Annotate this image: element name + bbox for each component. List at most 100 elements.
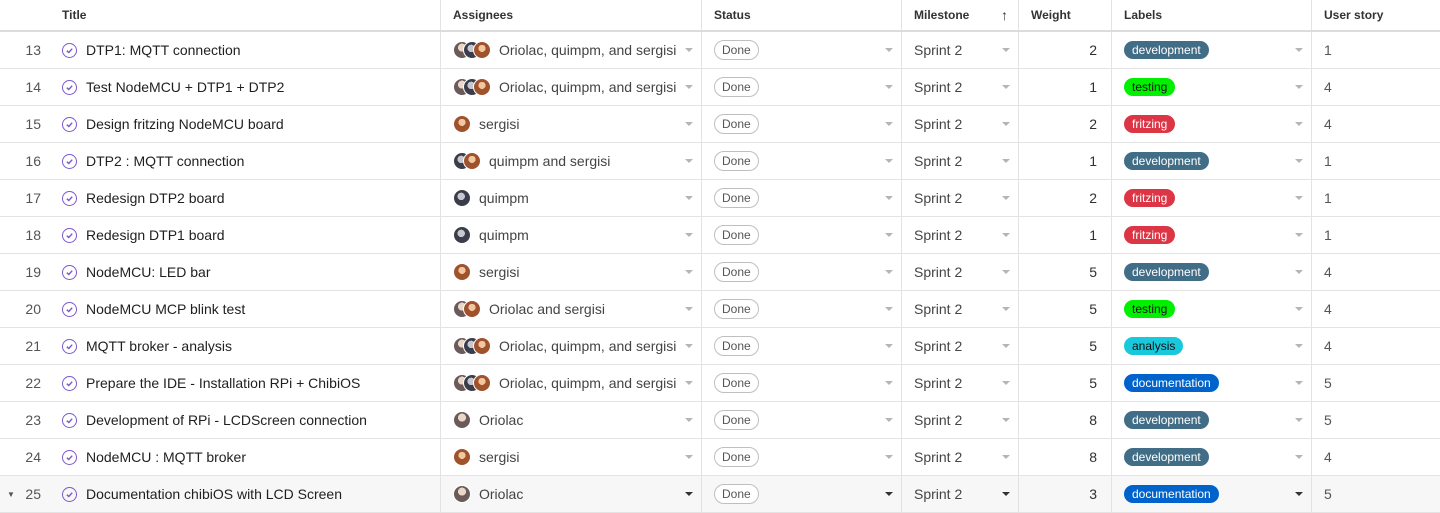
milestone-cell[interactable]: Sprint 2 <box>902 402 1019 438</box>
chevron-down-icon[interactable] <box>685 455 693 459</box>
assignees-cell[interactable]: quimpm and sergisi <box>441 143 702 179</box>
column-header-weight[interactable]: Weight <box>1019 0 1112 30</box>
milestone-cell[interactable]: Sprint 2 <box>902 254 1019 290</box>
chevron-down-icon[interactable] <box>1002 344 1010 348</box>
labels-cell[interactable]: fritzing <box>1112 217 1312 253</box>
user-story-cell[interactable]: 1 <box>1312 143 1440 179</box>
chevron-down-icon[interactable] <box>1002 270 1010 274</box>
chevron-down-icon[interactable] <box>1295 233 1303 237</box>
labels-cell[interactable]: development <box>1112 143 1312 179</box>
issue-title[interactable]: Design fritzing NodeMCU board <box>86 116 284 132</box>
issue-title[interactable]: Documentation chibiOS with LCD Screen <box>86 486 342 502</box>
user-story-cell[interactable]: 5 <box>1312 476 1440 512</box>
milestone-cell[interactable]: Sprint 2 <box>902 476 1019 512</box>
weight-cell[interactable]: 1 <box>1019 143 1112 179</box>
title-cell[interactable]: 22 Prepare the IDE - Installation RPi + … <box>0 365 441 401</box>
column-header-title[interactable]: Title <box>0 0 441 30</box>
labels-cell[interactable]: development <box>1112 254 1312 290</box>
labels-cell[interactable]: documentation <box>1112 476 1312 512</box>
chevron-down-icon[interactable] <box>685 122 693 126</box>
status-cell[interactable]: Done <box>702 180 902 216</box>
weight-cell[interactable]: 1 <box>1019 69 1112 105</box>
issue-title[interactable]: MQTT broker - analysis <box>86 338 232 354</box>
chevron-down-icon[interactable] <box>1295 159 1303 163</box>
labels-cell[interactable]: fritzing <box>1112 106 1312 142</box>
chevron-down-icon[interactable] <box>685 159 693 163</box>
title-cell[interactable]: 24 NodeMCU : MQTT broker <box>0 439 441 475</box>
user-story-cell[interactable]: 4 <box>1312 291 1440 327</box>
milestone-cell[interactable]: Sprint 2 <box>902 291 1019 327</box>
assignees-cell[interactable]: Oriolac, quimpm, and sergisi <box>441 365 702 401</box>
status-cell[interactable]: Done <box>702 217 902 253</box>
user-story-cell[interactable]: 1 <box>1312 217 1440 253</box>
weight-cell[interactable]: 2 <box>1019 32 1112 68</box>
milestone-cell[interactable]: Sprint 2 <box>902 106 1019 142</box>
assignees-cell[interactable]: Oriolac <box>441 476 702 512</box>
chevron-down-icon[interactable] <box>685 233 693 237</box>
table-row[interactable]: 23 Development of RPi - LCDScreen connec… <box>0 402 1440 439</box>
chevron-down-icon[interactable] <box>1295 344 1303 348</box>
status-cell[interactable]: Done <box>702 143 902 179</box>
assignees-cell[interactable]: Oriolac, quimpm, and sergisi <box>441 32 702 68</box>
chevron-down-icon[interactable] <box>1295 196 1303 200</box>
chevron-down-icon[interactable] <box>885 344 893 348</box>
chevron-down-icon[interactable] <box>885 159 893 163</box>
table-row[interactable]: 20 NodeMCU MCP blink test Oriolac and se… <box>0 291 1440 328</box>
chevron-down-icon[interactable] <box>685 85 693 89</box>
table-row[interactable]: 21 MQTT broker - analysis Oriolac, quimp… <box>0 328 1440 365</box>
title-cell[interactable]: 17 Redesign DTP2 board <box>0 180 441 216</box>
table-row[interactable]: 19 NodeMCU: LED bar sergisi Done Sprint … <box>0 254 1440 291</box>
milestone-cell[interactable]: Sprint 2 <box>902 217 1019 253</box>
chevron-down-icon[interactable] <box>1295 418 1303 422</box>
weight-cell[interactable]: 5 <box>1019 328 1112 364</box>
table-row[interactable]: 16 DTP2 : MQTT connection quimpm and ser… <box>0 143 1440 180</box>
chevron-down-icon[interactable] <box>885 455 893 459</box>
weight-cell[interactable]: 1 <box>1019 217 1112 253</box>
table-row[interactable]: 17 Redesign DTP2 board quimpm Done Sprin… <box>0 180 1440 217</box>
sort-ascending-icon[interactable]: ↑ <box>1001 7 1008 23</box>
issue-title[interactable]: Redesign DTP1 board <box>86 227 225 243</box>
assignees-cell[interactable]: Oriolac, quimpm, and sergisi <box>441 69 702 105</box>
issue-title[interactable]: NodeMCU MCP blink test <box>86 301 245 317</box>
milestone-cell[interactable]: Sprint 2 <box>902 365 1019 401</box>
chevron-down-icon[interactable] <box>1002 159 1010 163</box>
chevron-down-icon[interactable] <box>885 233 893 237</box>
chevron-down-icon[interactable] <box>885 492 893 496</box>
issue-title[interactable]: Prepare the IDE - Installation RPi + Chi… <box>86 375 360 391</box>
status-cell[interactable]: Done <box>702 476 902 512</box>
title-cell[interactable]: 15 Design fritzing NodeMCU board <box>0 106 441 142</box>
column-header-status[interactable]: Status <box>702 0 902 30</box>
table-row[interactable]: 24 NodeMCU : MQTT broker sergisi Done Sp… <box>0 439 1440 476</box>
chevron-down-icon[interactable] <box>1295 381 1303 385</box>
issue-title[interactable]: Redesign DTP2 board <box>86 190 225 206</box>
chevron-down-icon[interactable] <box>885 122 893 126</box>
table-row[interactable]: 15 Design fritzing NodeMCU board sergisi… <box>0 106 1440 143</box>
issue-title[interactable]: DTP1: MQTT connection <box>86 42 241 58</box>
chevron-down-icon[interactable] <box>885 196 893 200</box>
assignees-cell[interactable]: quimpm <box>441 180 702 216</box>
chevron-down-icon[interactable] <box>1295 122 1303 126</box>
status-cell[interactable]: Done <box>702 254 902 290</box>
milestone-cell[interactable]: Sprint 2 <box>902 439 1019 475</box>
status-cell[interactable]: Done <box>702 402 902 438</box>
title-cell[interactable]: 23 Development of RPi - LCDScreen connec… <box>0 402 441 438</box>
chevron-down-icon[interactable] <box>1002 492 1010 496</box>
assignees-cell[interactable]: sergisi <box>441 254 702 290</box>
issue-title[interactable]: Development of RPi - LCDScreen connectio… <box>86 412 367 428</box>
chevron-down-icon[interactable] <box>1002 455 1010 459</box>
chevron-down-icon[interactable] <box>1002 196 1010 200</box>
chevron-down-icon[interactable] <box>885 270 893 274</box>
chevron-down-icon[interactable] <box>1295 492 1303 496</box>
chevron-down-icon[interactable] <box>1295 307 1303 311</box>
assignees-cell[interactable]: quimpm <box>441 217 702 253</box>
chevron-down-icon[interactable] <box>885 48 893 52</box>
user-story-cell[interactable]: 5 <box>1312 402 1440 438</box>
chevron-down-icon[interactable] <box>685 48 693 52</box>
milestone-cell[interactable]: Sprint 2 <box>902 328 1019 364</box>
status-cell[interactable]: Done <box>702 32 902 68</box>
title-cell[interactable]: 19 NodeMCU: LED bar <box>0 254 441 290</box>
user-story-cell[interactable]: 4 <box>1312 106 1440 142</box>
title-cell[interactable]: 13 DTP1: MQTT connection <box>0 32 441 68</box>
table-row[interactable]: 18 Redesign DTP1 board quimpm Done Sprin… <box>0 217 1440 254</box>
labels-cell[interactable]: development <box>1112 402 1312 438</box>
